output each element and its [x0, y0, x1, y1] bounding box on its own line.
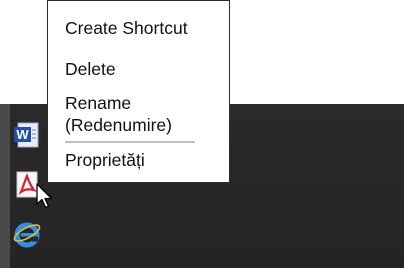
- internet-explorer-icon[interactable]: [12, 220, 42, 250]
- menu-item-properties[interactable]: Proprietăți: [65, 149, 145, 171]
- mouse-pointer-icon: [36, 183, 54, 211]
- desktop-edge-strip: [0, 104, 10, 268]
- svg-text:W: W: [16, 127, 29, 142]
- word-document-icon[interactable]: W: [12, 120, 42, 150]
- menu-separator: [65, 141, 195, 143]
- screen: W Create Shortcut Delete Rename (Redenum…: [0, 0, 404, 268]
- menu-item-create-shortcut[interactable]: Create Shortcut: [65, 17, 188, 39]
- menu-item-rename[interactable]: Rename (Redenumire): [65, 92, 225, 136]
- context-menu: Create Shortcut Delete Rename (Redenumir…: [47, 0, 230, 183]
- menu-item-delete[interactable]: Delete: [65, 58, 116, 80]
